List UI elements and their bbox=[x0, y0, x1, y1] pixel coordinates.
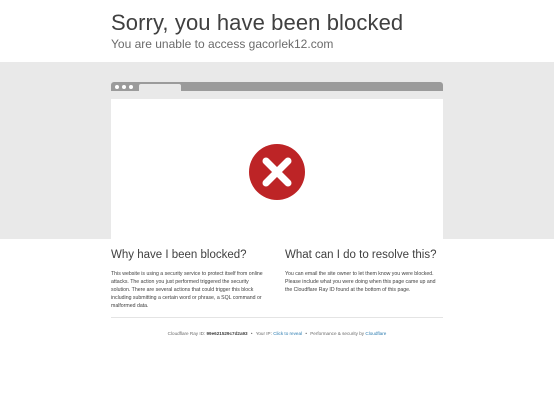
browser-tab bbox=[139, 84, 181, 91]
resolve-heading: What can I do to resolve this? bbox=[285, 249, 437, 261]
window-dot-icon bbox=[122, 85, 126, 89]
page-title: Sorry, you have been blocked bbox=[111, 10, 404, 35]
window-dot-icon bbox=[115, 85, 119, 89]
browser-toolbar bbox=[111, 91, 443, 99]
reveal-ip-link[interactable]: Click to reveal bbox=[273, 331, 302, 336]
ip-label: Your IP: bbox=[255, 331, 272, 336]
header: Sorry, you have been blocked You are una… bbox=[0, 0, 554, 62]
resolve-section: What can I do to resolve this? You can e… bbox=[285, 249, 443, 294]
footer: Cloudflare Ray ID: 99e621529c7d2a93 • Yo… bbox=[0, 331, 554, 336]
why-blocked-heading: Why have I been blocked? bbox=[111, 249, 247, 261]
ray-id-value: 99e621529c7d2a93 bbox=[206, 331, 248, 336]
divider bbox=[111, 317, 443, 318]
browser-titlebar bbox=[111, 82, 443, 91]
page-subtitle: You are unable to access gacorlek12.com bbox=[111, 37, 334, 51]
why-blocked-text: This website is using a security service… bbox=[111, 271, 263, 309]
footer-separator: • bbox=[305, 331, 307, 336]
browser-illustration bbox=[111, 82, 443, 239]
ray-id-label: Cloudflare Ray ID: bbox=[167, 331, 206, 336]
why-blocked-section: Why have I been blocked? This website is… bbox=[111, 249, 269, 310]
resolve-text: You can email the site owner to let them… bbox=[285, 271, 436, 293]
cloudflare-link[interactable]: Cloudflare bbox=[365, 331, 386, 336]
blocked-x-icon bbox=[249, 144, 305, 200]
footer-separator: • bbox=[250, 331, 253, 336]
performance-label: Performance & security by bbox=[310, 331, 365, 336]
blocked-page: Sorry, you have been blocked You are una… bbox=[0, 0, 554, 416]
window-dot-icon bbox=[129, 85, 133, 89]
browser-body bbox=[111, 99, 443, 239]
